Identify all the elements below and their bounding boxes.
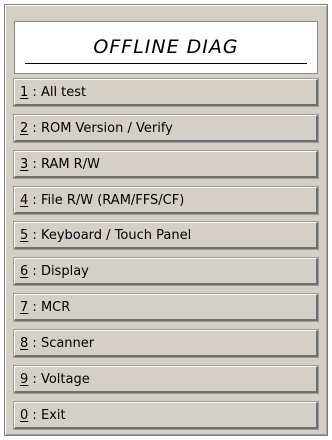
menu-item-ram-rw[interactable]: 3 : RAM R/W [13,150,319,179]
menu-item-key: 9 [20,371,29,387]
menu-item-separator: : [28,120,41,136]
menu-item-separator: : [28,335,41,351]
menu-item-separator: : [28,192,41,208]
menu-item-separator: : [28,371,41,387]
menu-item-separator: : [28,263,41,279]
menu-item-separator: : [28,299,41,315]
menu-item-label: MCR [40,299,71,315]
menu-item-mcr[interactable]: 7 : MCR [13,293,319,322]
menu-item-label: Scanner [40,335,95,351]
menu-item-label: File R/W (RAM/FFS/CF) [40,192,185,208]
menu-item-exit[interactable]: 0 : Exit [13,401,319,430]
menu-item-file-rw[interactable]: 4 : File R/W (RAM/FFS/CF) [13,186,319,215]
menu-item-separator: : [28,156,41,172]
menu-item-key: 0 [20,407,29,423]
menu-item-key: 7 [20,299,29,315]
menu-item-separator: : [28,407,41,423]
menu-item-keyboard-touch-panel[interactable]: 5 : Keyboard / Touch Panel [13,221,319,250]
menu-item-label: Exit [40,407,66,423]
menu-item-label: Display [40,263,89,279]
menu-item-label: ROM Version / Verify [40,120,173,136]
menu-item-scanner[interactable]: 8 : Scanner [13,329,319,358]
menu-item-key: 6 [20,263,29,279]
menu-item-separator: : [28,84,41,100]
title-underline [25,63,307,64]
menu-item-rom-version-verify[interactable]: 2 : ROM Version / Verify [13,114,319,143]
menu-item-separator: : [28,227,41,243]
menu-item-voltage[interactable]: 9 : Voltage [13,365,319,394]
menu-item-label: Keyboard / Touch Panel [40,227,192,243]
menu-item-key: 1 [20,84,29,100]
menu-item-all-test[interactable]: 1 : All test [13,78,319,107]
menu-item-label: All test [40,84,87,100]
menu-item-label: Voltage [40,371,90,387]
menu-item-key: 4 [20,192,29,208]
menu-item-label: RAM R/W [40,156,100,172]
menu-item-display[interactable]: 6 : Display [13,257,319,286]
menu-item-key: 8 [20,335,29,351]
page-title: OFFLINE DIAG [93,36,239,58]
menu-item-key: 5 [20,227,29,243]
title-panel: OFFLINE DIAG [14,21,318,74]
menu-item-key: 3 [20,156,29,172]
menu-item-key: 2 [20,120,29,136]
